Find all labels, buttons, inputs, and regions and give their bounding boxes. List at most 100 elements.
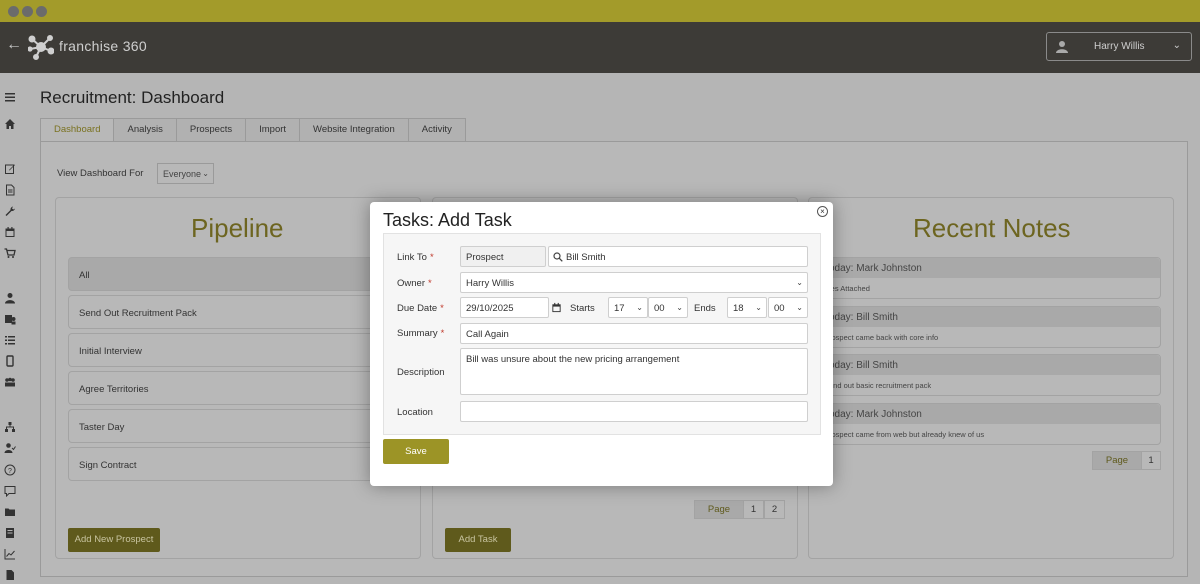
user-name: Harry Willis bbox=[1094, 41, 1145, 52]
note-body: les Attached bbox=[829, 284, 870, 293]
window-minimize-dot[interactable] bbox=[22, 6, 33, 17]
tab-bar: Dashboard Analysis Prospects Import Webs… bbox=[40, 118, 466, 142]
user-menu[interactable]: Harry Willis ⌄ bbox=[1046, 32, 1192, 61]
note-header: oday: Mark Johnston bbox=[822, 258, 1160, 278]
link-name-search-input[interactable]: Bill Smith bbox=[548, 246, 808, 267]
home-icon[interactable] bbox=[4, 118, 16, 130]
hierarchy-icon[interactable] bbox=[4, 421, 16, 433]
description-label: Description bbox=[397, 367, 445, 378]
group-icon[interactable] bbox=[4, 376, 16, 388]
owner-label-text: Owner bbox=[397, 278, 425, 289]
notes-title: Recent Notes bbox=[913, 213, 1071, 243]
required-marker: * bbox=[440, 303, 444, 314]
start-hour-value: 17 bbox=[614, 303, 625, 314]
window-maximize-dot[interactable] bbox=[36, 6, 47, 17]
required-marker: * bbox=[429, 252, 434, 263]
franchise-logo-icon bbox=[28, 35, 54, 60]
modal-title: Tasks: Add Task bbox=[383, 210, 512, 230]
end-minute-value: 00 bbox=[774, 303, 785, 314]
tasks-pager-label: Page bbox=[694, 500, 744, 519]
tab-analysis[interactable]: Analysis bbox=[114, 118, 177, 142]
link-type-field[interactable]: Prospect bbox=[460, 246, 546, 267]
chevron-down-icon: ⌄ bbox=[796, 303, 803, 312]
edit-icon[interactable] bbox=[4, 163, 16, 175]
owner-value: Harry Willis bbox=[466, 278, 515, 289]
location-label: Location bbox=[397, 407, 433, 418]
add-task-modal: Tasks: Add Task × Link To * Prospect Bill… bbox=[370, 202, 833, 486]
note-item[interactable]: oday: Mark Johnston rospect came from we… bbox=[821, 403, 1161, 445]
tasks-page-2[interactable]: 2 bbox=[764, 500, 785, 519]
menu-icon[interactable] bbox=[4, 91, 16, 103]
user-icon bbox=[1056, 41, 1068, 53]
user-check-icon[interactable] bbox=[4, 442, 16, 454]
link-to-label: Link To * bbox=[397, 252, 434, 263]
list-icon[interactable] bbox=[4, 334, 16, 346]
view-dashboard-select[interactable]: Everyone ⌄ bbox=[157, 163, 214, 184]
add-task-button[interactable]: Add Task bbox=[445, 528, 511, 552]
note-item[interactable]: oday: Bill Smith rospect came back with … bbox=[821, 306, 1161, 348]
save-button[interactable]: Save bbox=[383, 439, 449, 464]
page-icon[interactable] bbox=[4, 527, 16, 539]
calendar-icon[interactable] bbox=[4, 226, 16, 238]
tab-prospects[interactable]: Prospects bbox=[176, 118, 247, 142]
note-body: rospect came back with core info bbox=[829, 333, 939, 342]
end-minute-select[interactable]: 00 ⌄ bbox=[768, 297, 808, 318]
start-minute-value: 00 bbox=[654, 303, 665, 314]
starts-label: Starts bbox=[570, 303, 595, 314]
tab-activity[interactable]: Activity bbox=[408, 118, 466, 142]
contacts-icon[interactable] bbox=[4, 313, 16, 325]
chevron-down-icon: ⌄ bbox=[755, 303, 762, 312]
owner-select[interactable]: Harry Willis ⌄ bbox=[460, 272, 808, 293]
required-marker: * bbox=[427, 278, 432, 289]
tab-website-integration[interactable]: Website Integration bbox=[300, 118, 409, 142]
note-item[interactable]: oday: Bill Smith end out basic recruitme… bbox=[821, 354, 1161, 396]
start-hour-select[interactable]: 17 ⌄ bbox=[608, 297, 648, 318]
window-close-dot[interactable] bbox=[8, 6, 19, 17]
note-item[interactable]: oday: Mark Johnston les Attached bbox=[821, 257, 1161, 299]
owner-label: Owner * bbox=[397, 278, 432, 289]
chevron-down-icon: ⌄ bbox=[636, 303, 643, 312]
task-form: Link To * Prospect Bill Smith Owner * Harr… bbox=[383, 233, 821, 435]
notes-pager-label: Page bbox=[1092, 451, 1142, 470]
pipeline-title: Pipeline bbox=[191, 213, 284, 243]
cart-icon[interactable] bbox=[4, 247, 16, 259]
app-header: ← franchise 360 Harry Willis ⌄ bbox=[0, 22, 1200, 73]
chevron-down-icon: ⌄ bbox=[676, 303, 683, 312]
summary-label: Summary * bbox=[397, 328, 444, 339]
view-dashboard-value: Everyone bbox=[163, 169, 202, 179]
chart-icon[interactable] bbox=[4, 548, 16, 560]
app-brand[interactable]: franchise 360 bbox=[59, 38, 147, 54]
due-date-label: Due Date * bbox=[397, 303, 444, 314]
back-arrow-icon[interactable]: ← bbox=[6, 36, 22, 54]
person-icon[interactable] bbox=[4, 292, 16, 304]
location-input[interactable] bbox=[460, 401, 808, 422]
chat-icon[interactable] bbox=[4, 485, 16, 497]
help-icon[interactable]: ? bbox=[4, 464, 16, 476]
due-date-input[interactable]: 29/10/2025 bbox=[460, 297, 549, 318]
close-icon[interactable]: × bbox=[817, 206, 828, 217]
tab-dashboard[interactable]: Dashboard bbox=[40, 118, 115, 142]
start-minute-select[interactable]: 00 ⌄ bbox=[648, 297, 688, 318]
file-icon[interactable] bbox=[4, 569, 16, 581]
wrench-icon[interactable] bbox=[4, 205, 16, 217]
note-header: oday: Bill Smith bbox=[822, 355, 1160, 375]
note-header: oday: Mark Johnston bbox=[822, 404, 1160, 424]
end-hour-select[interactable]: 18 ⌄ bbox=[727, 297, 767, 318]
chevron-down-icon: ⌄ bbox=[1172, 40, 1181, 51]
due-date-label-text: Due Date bbox=[397, 303, 438, 314]
add-new-prospect-button[interactable]: Add New Prospect bbox=[68, 528, 160, 552]
document-icon[interactable] bbox=[4, 184, 16, 196]
tasks-page-1[interactable]: 1 bbox=[743, 500, 764, 519]
mobile-icon[interactable] bbox=[4, 355, 16, 367]
end-hour-value: 18 bbox=[733, 303, 744, 314]
tab-import[interactable]: Import bbox=[246, 118, 301, 142]
link-name-value: Bill Smith bbox=[566, 252, 606, 263]
sidebar: ? bbox=[0, 73, 21, 584]
folder-icon[interactable] bbox=[4, 506, 16, 518]
summary-input[interactable]: Call Again bbox=[460, 323, 808, 344]
note-header: oday: Bill Smith bbox=[822, 307, 1160, 327]
summary-label-text: Summary bbox=[397, 328, 438, 339]
calendar-icon[interactable] bbox=[551, 302, 562, 313]
notes-page-1[interactable]: 1 bbox=[1141, 451, 1161, 470]
description-textarea[interactable]: Bill was unsure about the new pricing ar… bbox=[460, 348, 808, 395]
